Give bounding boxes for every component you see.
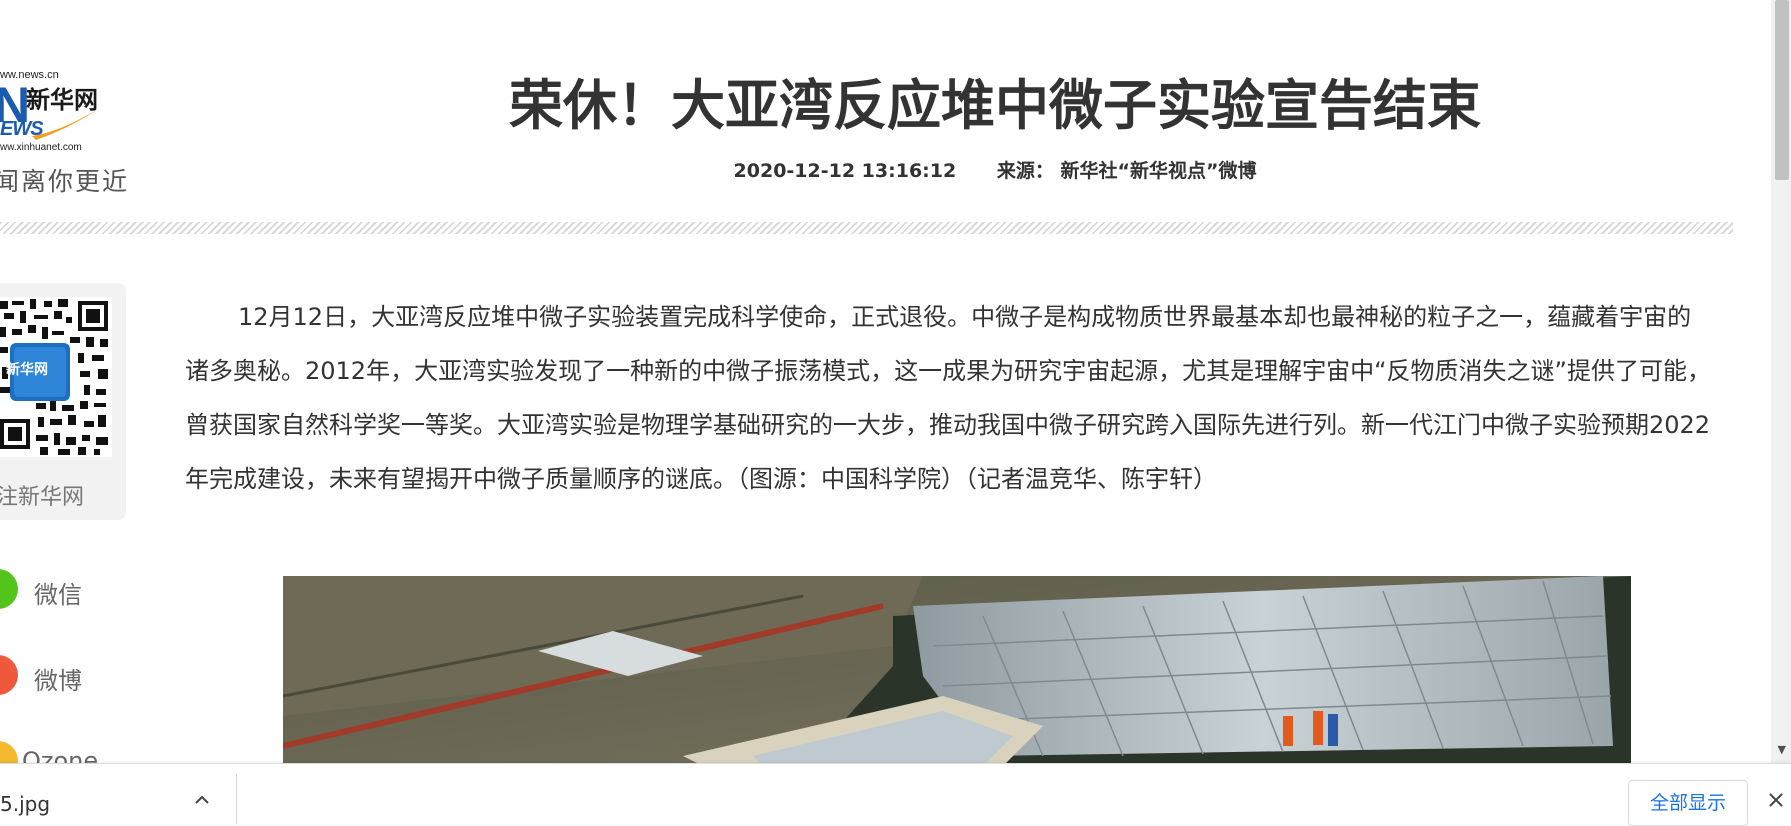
scroll-down-arrow-icon[interactable]: ▼ xyxy=(1778,743,1786,756)
share-wechat-button[interactable]: 微信 xyxy=(0,569,140,609)
qr-badge-label: 新华网 xyxy=(6,362,48,378)
scrollbar-thumb[interactable] xyxy=(1775,0,1789,180)
share-wechat-label: 微信 xyxy=(34,581,82,609)
chevron-up-icon[interactable] xyxy=(188,786,216,814)
article-meta: 2020-12-12 13:16:12 来源： 新华社“新华视点”微博 xyxy=(300,156,1690,183)
logo-url-bottom: ww.xinhuanet.com xyxy=(0,142,82,153)
logo-slogan: 闻离你更近 xyxy=(0,167,130,196)
share-weibo-label: 微博 xyxy=(34,667,82,695)
weibo-icon xyxy=(0,655,18,695)
source-label: 来源： xyxy=(996,160,1054,182)
close-icon[interactable] xyxy=(1762,786,1790,814)
article-photo xyxy=(283,576,1631,766)
download-bar: 5.jpg 全部显示 xyxy=(0,763,1791,826)
article-body: 12月12日，大亚湾反应堆中微子实验装置完成科学使命，正式退役。中微子是构成物质… xyxy=(185,303,1711,493)
vertical-scrollbar[interactable]: ▼ xyxy=(1771,0,1791,763)
article-datetime: 2020-12-12 13:16:12 xyxy=(733,160,957,182)
wechat-icon xyxy=(0,569,18,609)
show-all-button[interactable]: 全部显示 xyxy=(1628,780,1748,826)
qr-caption: 注新华网 xyxy=(0,485,85,510)
article-title: 荣休！大亚湾反应堆中微子实验宣告结束 xyxy=(509,74,1481,137)
download-separator xyxy=(236,774,237,824)
logo-news-text: EWS xyxy=(0,118,44,140)
share-weibo-button[interactable]: 微博 xyxy=(0,655,140,695)
download-filename[interactable]: 5.jpg xyxy=(0,792,50,816)
xinhua-logo[interactable]: ww.news.cn N 新华网 EWS ww.xinhuanet.com 闻离… xyxy=(0,66,130,196)
striped-divider xyxy=(0,222,1733,234)
article-source: 新华社“新华视点”微博 xyxy=(1060,160,1257,182)
qr-follow-card: 新华网 注新华网 xyxy=(0,283,126,520)
